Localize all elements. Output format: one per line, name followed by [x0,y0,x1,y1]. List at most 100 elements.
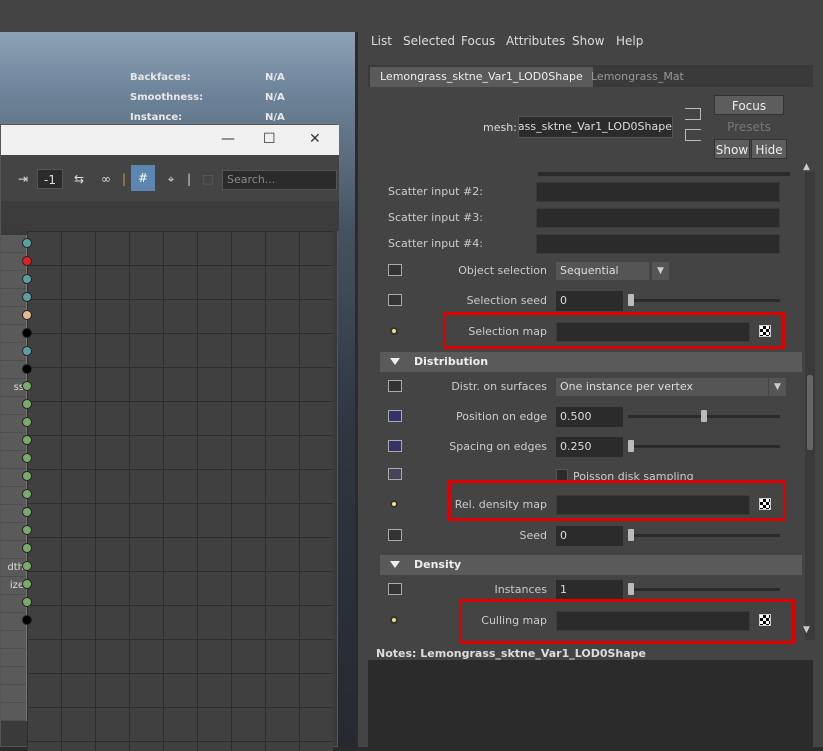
selection-seed-slider[interactable] [628,294,780,306]
instances-field[interactable]: 1 [556,580,623,600]
chevron-down-icon[interactable]: ▼ [651,262,669,280]
split-icon[interactable] [388,468,402,480]
attribute-menu-icon[interactable] [388,529,402,541]
hud-value: N/A [265,72,285,83]
port-icon[interactable] [22,238,32,248]
position-on-edge-slider[interactable] [628,410,780,422]
port-icon[interactable] [22,274,32,284]
attribute-menu-icon[interactable] [388,583,402,595]
frame-field[interactable]: -1 [37,169,63,189]
tab-shape[interactable]: Lemongrass_sktne_Var1_LOD0Shape [370,67,593,87]
port-icon[interactable] [22,399,32,409]
spacing-on-edges-field[interactable]: 0.250 [556,437,623,457]
curve-graph-icon[interactable] [388,440,402,452]
port-icon[interactable] [22,579,32,589]
mesh-name-field[interactable]: Lemongrass_sktne_Var1_LOD0Shape [518,116,673,138]
attribute-menu-icon[interactable] [388,264,402,276]
port-icon[interactable] [22,292,32,302]
seed-field[interactable]: 0 [556,526,623,546]
scroll-down-icon[interactable]: ▼ [803,625,810,635]
instances-label: Instances [494,583,547,596]
menu-list[interactable]: List [371,34,392,48]
focus-input-icon[interactable] [685,108,701,120]
instances-slider[interactable] [628,583,780,595]
grid-toggle-icon[interactable]: # [131,165,155,191]
node-editor-toolbar: ⇥ -1 ⇆ ∞ | # ⌖ | ⬚ Search... [1,155,339,201]
scatter-input-4-field[interactable] [536,234,780,254]
port-icon[interactable] [22,507,32,517]
map-connect-icon[interactable] [390,616,398,624]
selection-seed-field[interactable]: 0 [556,291,623,311]
scatter-input-2-field[interactable] [536,182,780,202]
object-selection-dropdown[interactable]: Sequential [556,262,649,280]
node-graph-grid[interactable] [27,231,333,751]
port-icon[interactable] [22,489,32,499]
focus-button[interactable]: Focus [714,95,784,115]
chevron-down-icon[interactable]: ▼ [768,378,786,396]
port-icon[interactable] [22,381,32,391]
minimize-icon[interactable]: — [221,131,235,147]
scrollbar-thumb[interactable] [807,375,813,450]
position-on-edge-label: Position on edge [455,410,547,423]
maximize-icon[interactable]: ☐ [263,131,276,147]
focus-output-icon[interactable] [685,129,701,141]
slider-handle[interactable] [628,440,634,452]
density-section-header[interactable]: Density [380,555,802,575]
close-icon[interactable]: ✕ [309,131,321,147]
node-attr-row [1,703,26,721]
frame-selection-icon[interactable]: ⬚ [198,169,218,189]
node-editor-titlebar[interactable]: — ☐ ✕ [1,125,339,155]
link-icon[interactable]: ∞ [96,169,116,189]
hud-row: Backfaces: N/A [130,72,330,92]
port-icon[interactable] [22,256,32,266]
port-icon[interactable] [22,364,32,374]
map-connect-icon[interactable] [390,327,398,335]
hide-button[interactable]: Hide [751,139,787,159]
slider-handle[interactable] [628,583,634,595]
port-icon[interactable] [22,435,32,445]
port-icon[interactable] [22,471,32,481]
workspace-top-bar [0,0,358,32]
density-header-label: Density [414,558,462,571]
port-icon[interactable] [22,615,32,625]
menu-focus[interactable]: Focus [461,34,495,48]
curve-graph-icon[interactable] [388,410,402,422]
hud-value: N/A [265,92,285,103]
presets-button[interactable]: Presets [714,117,784,137]
port-icon[interactable] [22,597,32,607]
notes-textarea[interactable] [368,660,813,747]
slider-handle[interactable] [628,294,634,306]
spacing-on-edges-slider[interactable] [628,440,780,452]
input-connections-icon[interactable]: ⇥ [13,169,33,189]
port-icon[interactable] [22,561,32,571]
port-icon[interactable] [22,453,32,463]
port-icon[interactable] [22,417,32,427]
port-icon[interactable] [22,310,32,320]
port-icon[interactable] [22,543,32,553]
port-icon[interactable] [22,328,32,338]
attribute-menu-icon[interactable] [388,294,402,306]
port-icon[interactable] [22,346,32,356]
show-button[interactable]: Show [714,139,750,159]
map-connect-icon[interactable] [390,500,398,508]
scroll-up-icon[interactable]: ▲ [803,162,810,172]
menu-selected[interactable]: Selected [403,34,455,48]
slider-handle[interactable] [628,529,634,541]
snap-grid-icon[interactable]: ⌖ [161,169,181,189]
menu-show[interactable]: Show [572,34,604,48]
attributes-scroll-area[interactable]: Scatter input #2: Scatter input #3: Scat… [368,172,804,640]
port-icon[interactable] [22,525,32,535]
position-on-edge-field[interactable]: 0.500 [556,407,623,427]
scatter-input-3-field[interactable] [536,208,780,228]
node-search-input[interactable]: Search... [222,170,337,190]
attribute-menu-icon[interactable] [388,380,402,392]
seed-slider[interactable] [628,529,780,541]
mesh-label: mesh: [483,121,517,134]
tab-material[interactable]: Lemongrass_Mat [581,67,694,87]
in-out-connections-icon[interactable]: ⇆ [69,169,89,189]
distr-on-surfaces-dropdown[interactable]: One instance per vertex [556,378,768,396]
menu-help[interactable]: Help [616,34,643,48]
menu-attributes[interactable]: Attributes [506,34,565,48]
slider-handle[interactable] [701,410,707,422]
distribution-section-header[interactable]: Distribution [380,352,802,372]
